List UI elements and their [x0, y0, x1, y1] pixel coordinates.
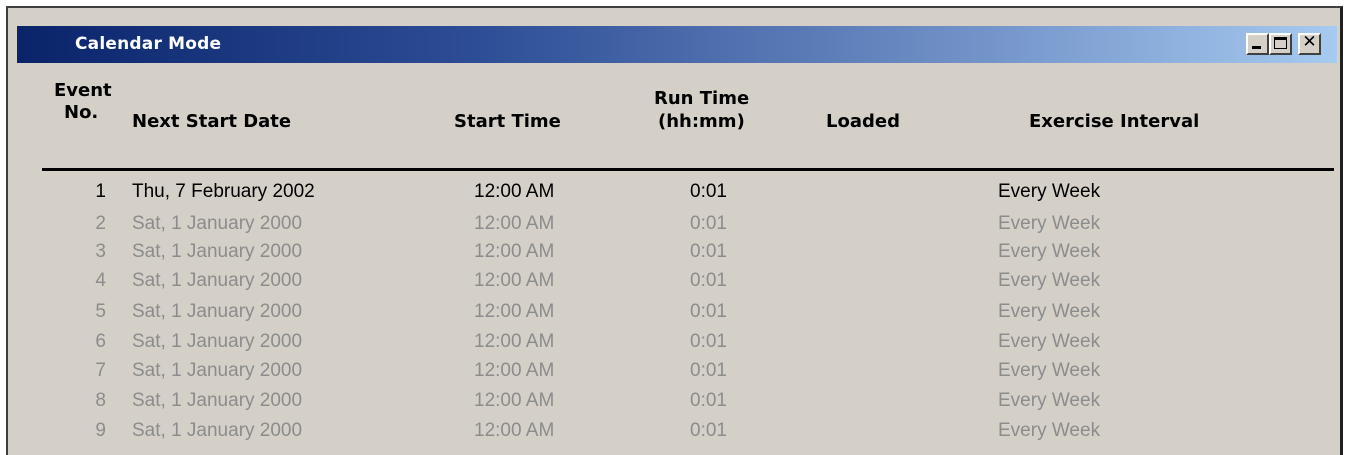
event-number: 8 [95, 390, 106, 411]
header-event-no-line2: No. [64, 102, 99, 123]
event-number: 7 [95, 360, 106, 381]
minimize-icon [1252, 46, 1261, 49]
close-icon: ✕ [1302, 32, 1317, 52]
header-loaded: Loaded [826, 111, 900, 132]
header-event-no-line1: Event [54, 80, 112, 101]
exercise-interval: Every Week [998, 420, 1101, 441]
maximize-button[interactable] [1269, 33, 1292, 55]
table-row[interactable]: 3 Sat, 1 January 2000 12:00 AM 0:01 Every We… [8, 236, 1338, 268]
exercise-interval: Every Week [998, 360, 1101, 381]
header-divider [42, 168, 1334, 171]
header-run-time-line2: (hh:mm) [658, 111, 745, 132]
start-time: 12:00 AM [474, 241, 555, 262]
table-row[interactable]: 1 Thu, 7 February 2002 12:00 AM 0:01 Every W… [8, 176, 1338, 208]
window-title: Calendar Mode [75, 34, 222, 54]
exercise-interval: Every Week [998, 390, 1101, 411]
run-time: 0:01 [690, 181, 727, 202]
run-time: 0:01 [690, 301, 727, 322]
exercise-interval: Every Week [998, 331, 1101, 352]
table-row[interactable]: 4 Sat, 1 January 2000 12:00 AM 0:01 Every We… [8, 265, 1338, 297]
calendar-mode-window: Calendar Mode ✕ Event No. Next Start Dat… [6, 6, 1343, 455]
table-row[interactable]: 6 Sat, 1 January 2000 12:00 AM 0:01 Every We… [8, 326, 1338, 358]
table-row[interactable]: 9 Sat, 1 January 2000 12:00 AM 0:01 Every We… [8, 415, 1338, 447]
header-run-time-line1: Run Time [654, 88, 750, 109]
next-start-date: Sat, 1 January 2000 [132, 390, 303, 411]
minimize-button[interactable] [1246, 33, 1269, 55]
run-time: 0:01 [690, 241, 727, 262]
event-number: 1 [95, 181, 106, 202]
table-row[interactable]: 5 Sat, 1 January 2000 12:00 AM 0:01 Every We… [8, 296, 1338, 328]
next-start-date: Thu, 7 February 2002 [132, 181, 315, 202]
title-bar[interactable]: Calendar Mode ✕ [17, 26, 1337, 63]
exercise-interval: Every Week [998, 241, 1101, 262]
table-row[interactable]: 7 Sat, 1 January 2000 12:00 AM 0:01 Every We… [8, 355, 1338, 387]
next-start-date: Sat, 1 January 2000 [132, 331, 303, 352]
event-number: 3 [95, 241, 106, 262]
start-time: 12:00 AM [474, 301, 555, 322]
start-time: 12:00 AM [474, 181, 555, 202]
run-time: 0:01 [690, 360, 727, 381]
event-number: 5 [95, 301, 106, 322]
header-next-start-date: Next Start Date [132, 111, 292, 132]
event-number: 4 [95, 270, 106, 291]
start-time: 12:00 AM [474, 420, 555, 441]
exercise-interval: Every Week [998, 270, 1101, 291]
start-time: 12:00 AM [474, 331, 555, 352]
event-number: 9 [95, 420, 106, 441]
run-time: 0:01 [690, 331, 727, 352]
run-time: 0:01 [690, 270, 727, 291]
exercise-interval: Every Week [998, 181, 1101, 202]
close-button[interactable]: ✕ [1298, 32, 1321, 55]
run-time: 0:01 [690, 420, 727, 441]
start-time: 12:00 AM [474, 360, 555, 381]
next-start-date: Sat, 1 January 2000 [132, 241, 303, 262]
next-start-date: Sat, 1 January 2000 [132, 360, 303, 381]
header-exercise-interval: Exercise Interval [1029, 111, 1200, 132]
event-number: 6 [95, 331, 106, 352]
start-time: 12:00 AM [474, 270, 555, 291]
table-row[interactable]: 8 Sat, 1 January 2000 12:00 AM 0:01 Every We… [8, 385, 1338, 417]
start-time: 12:00 AM [474, 390, 555, 411]
run-time: 0:01 [690, 390, 727, 411]
header-start-time: Start Time [454, 111, 561, 132]
next-start-date: Sat, 1 January 2000 [132, 301, 303, 322]
next-start-date: Sat, 1 January 2000 [132, 270, 303, 291]
next-start-date: Sat, 1 January 2000 [132, 420, 303, 441]
maximize-icon [1274, 37, 1287, 49]
exercise-interval: Every Week [998, 301, 1101, 322]
